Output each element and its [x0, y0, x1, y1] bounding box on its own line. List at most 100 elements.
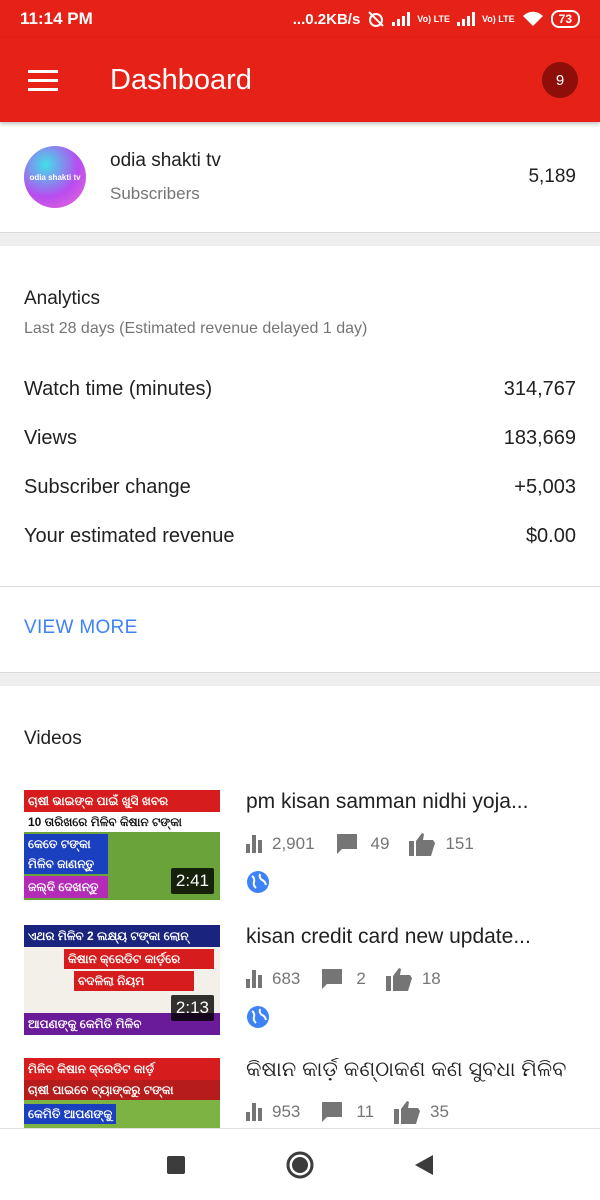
- view-count: 2,901: [272, 834, 315, 853]
- thumb-text: 10 ତାରିଖରେ ମିଳିବ କିଷାନ ଟଙ୍କା: [24, 812, 220, 832]
- metric-row-watch-time: Watch time (minutes) 314,767: [24, 378, 576, 401]
- comments-stat: 2: [320, 967, 366, 991]
- comment-count: 2: [356, 969, 366, 988]
- analytics-subtitle: Last 28 days (Estimated revenue delayed …: [24, 320, 368, 337]
- views-stat: 683: [246, 969, 300, 989]
- comment-icon: [336, 834, 357, 854]
- metric-value: $0.00: [525, 525, 576, 547]
- recents-square-icon: [167, 1155, 185, 1174]
- video-duration: 2:41: [170, 868, 214, 894]
- metric-value: +5,003: [514, 476, 576, 498]
- thumb-text: ଜଲ୍ଦି ଦେଖନ୍ତୁ: [24, 876, 108, 898]
- home-circle-icon: [286, 1151, 314, 1178]
- section-divider: [0, 232, 600, 246]
- thumb-text: କିଷାନ କ୍ରେଡିଟ କାର୍ଡ଼ରେ: [64, 949, 214, 969]
- video-stats: 2,901 49 151: [246, 832, 494, 856]
- channel-row[interactable]: odia shakti tv odia shakti tv Subscriber…: [0, 122, 600, 232]
- comment-count: 49: [370, 834, 390, 853]
- section-divider: [0, 672, 600, 686]
- status-icons: ...0.2KB/s Vo) LTE Vo) LTE 73: [293, 10, 580, 28]
- metric-label: Views: [24, 427, 77, 449]
- video-item[interactable]: ଚାଷୀ ଭାଇଙ୍କ ପାଇଁ ଖୁସି ଖବର 10 ତାରିଖରେ ମିଳ…: [24, 790, 576, 902]
- thumb-text: କେତେ ଟଙ୍କା: [24, 834, 108, 854]
- comments-stat: 11: [320, 1100, 374, 1124]
- bar-chart-icon: [246, 970, 262, 988]
- thumbs-up-icon: [394, 1101, 421, 1124]
- comment-icon: [322, 1102, 343, 1122]
- like-count: 151: [445, 834, 474, 853]
- view-more-button[interactable]: VIEW MORE: [24, 617, 138, 639]
- video-title[interactable]: କିଷାନ କାର୍ଡ଼ କଣ୍ଠାକଣ କଣ ସୁବଧା ମିଳିବ: [246, 1058, 576, 1082]
- back-triangle-icon: [415, 1154, 433, 1175]
- comment-count: 11: [356, 1102, 375, 1121]
- video-item[interactable]: ଏଥର ମିଳିବ 2 ଲକ୍ଷ୍ୟ ଟଙ୍କା ଲୋନ୍ କିଷାନ କ୍ରେ…: [24, 925, 576, 1037]
- back-button[interactable]: [362, 1154, 486, 1176]
- view-count: 683: [272, 969, 301, 988]
- comments-stat: 49: [335, 832, 390, 856]
- bar-chart-icon: [246, 835, 262, 853]
- metric-value: 314,767: [503, 378, 576, 400]
- video-thumbnail[interactable]: ଚାଷୀ ଭାଇଙ୍କ ପାଇଁ ଖୁସି ଖବର 10 ତାରିଖରେ ମିଳ…: [24, 790, 220, 900]
- thumbs-up-icon: [385, 968, 412, 991]
- likes-stat: 151: [409, 832, 474, 856]
- thumb-text: କେମିତି ଆପଣଙ୍କୁ: [24, 1104, 116, 1124]
- metric-label: Subscriber change: [24, 476, 191, 498]
- thumb-text: ଚାଷୀ ପାଇବେ ବ୍ୟାଙ୍କରୁ ଟଙ୍କା: [24, 1080, 220, 1100]
- channel-name: odia shakti tv: [110, 150, 221, 171]
- globe-icon: [247, 871, 269, 893]
- video-thumbnail[interactable]: ମିଳିବ କିଷାନ କ୍ରେଡିଟ କାର୍ଡ଼ ଚାଷୀ ପାଇବେ ବ୍…: [24, 1058, 220, 1128]
- video-item[interactable]: ମିଳିବ କିଷାନ କ୍ରେଡିଟ କାର୍ଡ଼ ଚାଷୀ ପାଇବେ ବ୍…: [24, 1058, 576, 1128]
- divider: [0, 586, 600, 587]
- notification-badge[interactable]: 9: [542, 62, 578, 98]
- thumb-text: ବଦଳିଲା ନିୟମ: [74, 971, 194, 991]
- hamburger-menu-icon[interactable]: [0, 38, 64, 122]
- thumb-text: ଚାଷୀ ଭାଇଙ୍କ ପାଇଁ ଖୁସି ଖବର: [24, 790, 220, 812]
- thumbs-up-icon: [409, 833, 436, 856]
- metric-row-revenue: Your estimated revenue $0.00: [24, 525, 576, 548]
- views-stat: 2,901: [246, 834, 315, 854]
- thumb-text: ଏଥର ମିଳିବ 2 ଲକ୍ଷ୍ୟ ଟଙ୍କା ଲୋନ୍: [24, 925, 220, 947]
- view-count: 953: [272, 1102, 301, 1121]
- system-nav-bar: [0, 1128, 600, 1200]
- lte-indicator: Vo) LTE: [417, 13, 450, 24]
- signal-icon: [456, 12, 475, 26]
- globe-icon: [247, 1006, 269, 1028]
- metric-label: Watch time (minutes): [24, 378, 213, 400]
- metric-label: Your estimated revenue: [24, 525, 235, 547]
- video-stats: 953 11 35: [246, 1100, 469, 1124]
- video-duration: 2:13: [170, 995, 214, 1021]
- metric-value: 183,669: [503, 427, 576, 449]
- alarm-off-icon: [368, 11, 385, 27]
- signal-icon: [392, 12, 411, 26]
- metric-row-subscriber-change: Subscriber change +5,003: [24, 476, 576, 499]
- bar-chart-icon: [246, 1103, 262, 1121]
- video-thumbnail[interactable]: ଏଥର ମିଳିବ 2 ଲକ୍ଷ୍ୟ ଟଙ୍କା ଲୋନ୍ କିଷାନ କ୍ରେ…: [24, 925, 220, 1035]
- video-title[interactable]: kisan credit card new update...: [246, 925, 576, 949]
- videos-title: Videos: [24, 728, 82, 749]
- likes-stat: 18: [385, 967, 441, 991]
- analytics-title: Analytics: [24, 288, 101, 309]
- thumb-text: ମିଳିବ ଜାଣନ୍ତୁ: [24, 854, 108, 874]
- status-bar: 11:14 PM ...0.2KB/s Vo) LTE Vo) LTE 73: [0, 0, 600, 38]
- status-time: 11:14 PM: [20, 9, 93, 28]
- video-title[interactable]: pm kisan samman nidhi yoja...: [246, 790, 576, 814]
- recents-button[interactable]: [114, 1155, 238, 1175]
- like-count: 35: [430, 1102, 449, 1121]
- metric-row-views: Views 183,669: [24, 427, 576, 450]
- likes-stat: 35: [394, 1100, 449, 1124]
- subscriber-count: 5,189: [528, 166, 576, 187]
- comment-icon: [322, 969, 343, 989]
- thumb-text: ମିଳିବ କିଷାନ କ୍ରେଡିଟ କାର୍ଡ଼: [24, 1058, 220, 1080]
- wifi-icon: [522, 11, 543, 26]
- battery-icon: 73: [550, 10, 580, 28]
- net-speed: ...0.2KB/s: [292, 10, 361, 28]
- app-bar: Dashboard 9: [0, 38, 600, 122]
- channel-avatar: odia shakti tv: [24, 146, 86, 208]
- channel-info: odia shakti tv Subscribers: [110, 150, 221, 204]
- video-stats: 683 2 18: [246, 967, 461, 991]
- subscribers-label: Subscribers: [110, 184, 200, 203]
- views-stat: 953: [246, 1102, 300, 1122]
- page-title: Dashboard: [110, 63, 252, 96]
- home-button[interactable]: [238, 1150, 362, 1180]
- lte-indicator: Vo) LTE: [481, 13, 515, 24]
